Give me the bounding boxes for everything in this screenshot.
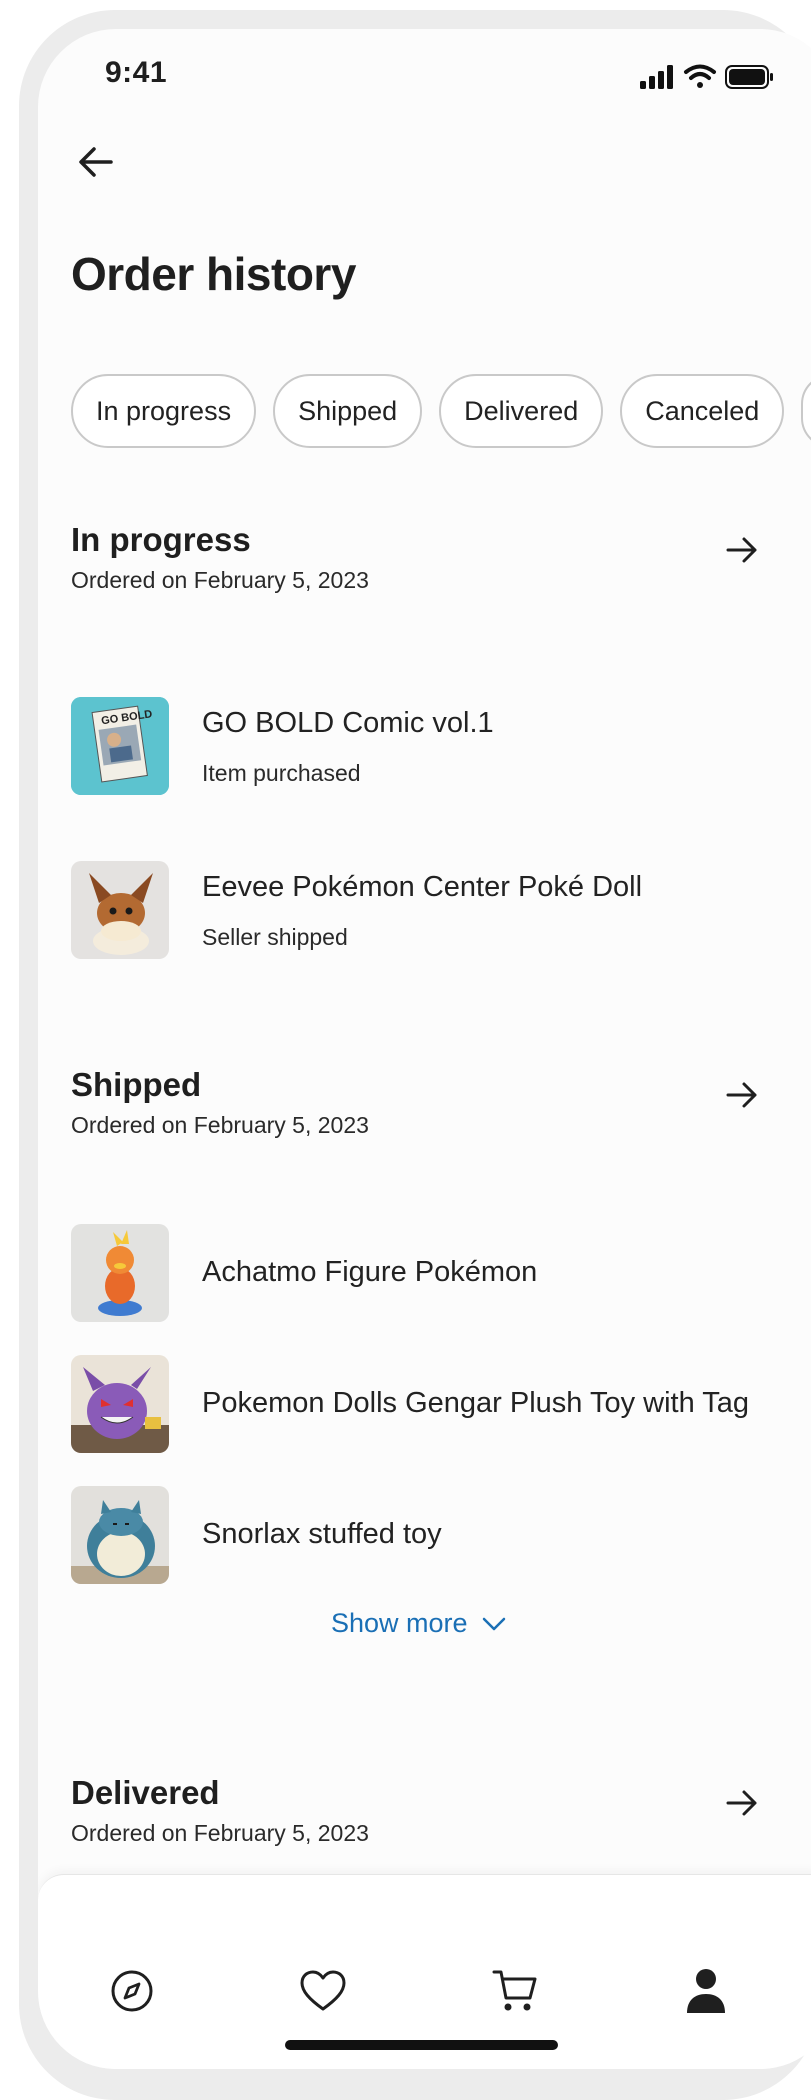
arrow-right-icon [726, 1082, 757, 1108]
filter-chips: In progress Shipped Delivered Canceled [71, 374, 811, 448]
item-name: Snorlax stuffed toy [202, 1518, 442, 1550]
order-date: Ordered on February 5, 2023 [71, 1820, 369, 1846]
product-thumbnail [71, 861, 169, 959]
product-thumbnail [71, 1486, 169, 1584]
page-title: Order history [71, 248, 356, 300]
order-item[interactable]: Pokemon Dolls Gengar Plush Toy with Tag [71, 1355, 791, 1455]
filter-chip-more[interactable] [801, 374, 811, 448]
item-name: Pokemon Dolls Gengar Plush Toy with Tag [202, 1387, 749, 1419]
section-open-button[interactable] [717, 1070, 767, 1120]
section-open-button[interactable] [717, 525, 767, 575]
order-date: Ordered on February 5, 2023 [71, 567, 369, 593]
cart-icon [492, 1970, 537, 2011]
product-thumbnail: GO BOLD [71, 697, 169, 795]
order-item[interactable]: Achatmo Figure Pokémon [71, 1224, 791, 1324]
filter-chip-in-progress[interactable]: In progress [71, 374, 257, 448]
status-icons [638, 63, 778, 91]
tab-explore[interactable] [102, 1961, 162, 2021]
tab-cart[interactable] [485, 1961, 545, 2021]
chevron-down-icon [482, 1617, 505, 1630]
section-title: Delivered [71, 1774, 220, 1811]
profile-icon [687, 1969, 725, 2013]
product-thumbnail [71, 1224, 169, 1322]
arrow-left-icon [79, 147, 113, 177]
filter-chip-shipped[interactable]: Shipped [273, 374, 423, 448]
signal-icon [640, 65, 673, 89]
filter-chip-delivered[interactable]: Delivered [439, 374, 604, 448]
compass-icon [111, 1970, 153, 2012]
arrow-right-icon [726, 537, 757, 563]
section-title: In progress [71, 521, 251, 558]
section-open-button[interactable] [717, 1778, 767, 1828]
item-status: Item purchased [202, 760, 361, 786]
item-name: Eevee Pokémon Center Poké Doll [202, 871, 643, 903]
order-item[interactable]: Snorlax stuffed toy [71, 1486, 791, 1586]
product-thumbnail [71, 1355, 169, 1453]
back-button[interactable] [68, 134, 124, 190]
item-status: Seller shipped [202, 924, 348, 950]
heart-icon [300, 1970, 346, 2011]
status-time: 9:41 [105, 56, 168, 89]
filter-chip-canceled[interactable]: Canceled [620, 374, 785, 448]
item-name: GO BOLD Comic vol.1 [202, 707, 494, 739]
arrow-right-icon [726, 1790, 757, 1816]
order-item[interactable]: GO BOLD GO BOLD Comic vol.1 Item purchas… [71, 697, 791, 797]
order-item[interactable]: Eevee Pokémon Center Poké Doll Seller sh… [71, 861, 791, 961]
show-more-label: Show more [331, 1608, 468, 1638]
wifi-icon [684, 64, 716, 88]
section-title: Shipped [71, 1066, 202, 1103]
home-indicator [285, 2040, 558, 2050]
phone-screen: 9:41 Order history In progress Shipped D… [38, 29, 811, 2069]
battery-icon [725, 65, 773, 89]
item-name: Achatmo Figure Pokémon [202, 1256, 538, 1288]
show-more-button[interactable]: Show more [331, 1608, 506, 1639]
tab-favorites[interactable] [293, 1961, 353, 2021]
tab-profile[interactable] [676, 1961, 736, 2021]
order-date: Ordered on February 5, 2023 [71, 1112, 369, 1138]
